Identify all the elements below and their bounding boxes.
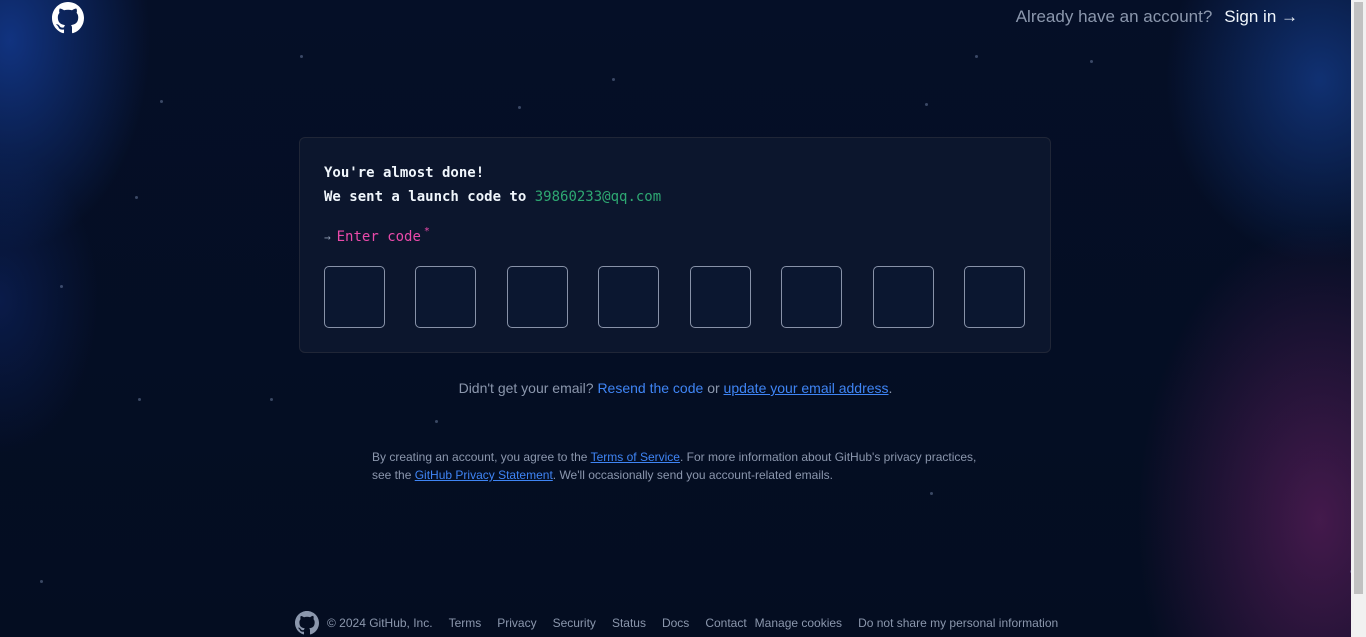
footer-link-privacy[interactable]: Privacy <box>497 616 536 630</box>
privacy-statement-link[interactable]: GitHub Privacy Statement <box>415 468 553 482</box>
launch-code-prefix: We sent a launch code to <box>324 189 527 205</box>
code-digit-input-6[interactable] <box>781 266 842 328</box>
footer-link-security[interactable]: Security <box>553 616 596 630</box>
github-mark-icon[interactable] <box>295 611 319 635</box>
footer-link-do-not-share[interactable]: Do not share my personal information <box>858 616 1058 630</box>
code-digit-input-5[interactable] <box>690 266 751 328</box>
signin-prompt: Already have an account? Sign in → <box>1016 7 1298 27</box>
code-digit-input-8[interactable] <box>964 266 1025 328</box>
code-digit-input-4[interactable] <box>598 266 659 328</box>
almost-done-heading: You're almost done! <box>324 165 485 181</box>
resend-suffix: . <box>888 380 893 396</box>
resend-prompt: Didn't get your email? Resend the code o… <box>0 380 1351 396</box>
footer-link-docs[interactable]: Docs <box>662 616 689 630</box>
launch-code-message: We sent a launch code to 39860233@qq.com <box>324 189 661 205</box>
footer-link-status[interactable]: Status <box>612 616 646 630</box>
already-have-account-text: Already have an account? <box>1015 7 1213 26</box>
code-digit-input-3[interactable] <box>507 266 568 328</box>
enter-code-label: → Enter code * <box>324 225 430 246</box>
footer-link-terms[interactable]: Terms <box>449 616 482 630</box>
code-digit-input-7[interactable] <box>873 266 934 328</box>
footer: © 2024 GitHub, Inc. Terms Privacy Securi… <box>295 611 1074 635</box>
update-email-link[interactable]: update your email address <box>724 380 889 396</box>
email-address: 39860233@qq.com <box>534 189 662 205</box>
github-mark-icon[interactable] <box>52 2 84 34</box>
enter-code-text: Enter code <box>336 229 421 245</box>
legal-part1: By creating an account, you agree to the <box>372 450 588 464</box>
code-digit-input-2[interactable] <box>415 266 476 328</box>
required-asterisk: * <box>423 225 430 237</box>
legal-notice: By creating an account, you agree to the… <box>372 448 982 484</box>
signin-link[interactable]: Sign in → <box>1224 7 1298 27</box>
footer-link-contact[interactable]: Contact <box>705 616 746 630</box>
code-digit-input-1[interactable] <box>324 266 385 328</box>
vertical-scrollbar[interactable] <box>1351 0 1366 637</box>
footer-copyright: © 2024 GitHub, Inc. <box>327 616 433 630</box>
scrollbar-thumb[interactable] <box>1354 2 1363 594</box>
resend-prefix: Didn't get your email? <box>458 380 594 396</box>
arrow-right-icon: → <box>324 230 331 244</box>
resend-or: or <box>707 380 720 396</box>
legal-part3: . We'll occasionally send you account-re… <box>552 468 833 482</box>
footer-link-manage-cookies[interactable]: Manage cookies <box>755 616 842 630</box>
resend-code-link[interactable]: Resend the code <box>597 380 703 396</box>
verification-card: You're almost done! We sent a launch cod… <box>299 137 1051 353</box>
terms-of-service-link[interactable]: Terms of Service <box>591 450 680 464</box>
